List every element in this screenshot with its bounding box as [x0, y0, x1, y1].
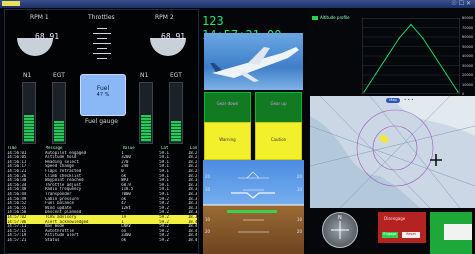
chart-tick-label: 60000 — [462, 35, 474, 39]
fuel-label: Fuel — [96, 85, 110, 92]
table-row[interactable]: 14:57:21 Status ok 59.2 18.4 — [7, 238, 197, 243]
altitude-chart — [361, 17, 461, 95]
throttle-scale[interactable] — [87, 24, 117, 63]
n1-left-gauge — [22, 82, 36, 144]
aircraft-image — [204, 33, 303, 90]
engage-button[interactable]: Engage — [382, 232, 398, 238]
fuel-indicator: Fuel 47 % — [80, 74, 126, 116]
map-scale: • • • — [404, 97, 414, 102]
chart-tick-label: 70000 — [462, 25, 474, 30]
chart-legend: Altitude profile — [320, 15, 350, 20]
sim-clock: 123 14:57:21.00 — [202, 14, 281, 42]
gauge-label-left-1: N1 — [23, 72, 32, 79]
rpm-left-label: RPM 1 — [30, 14, 49, 21]
chart-point — [398, 37, 401, 39]
egt-left-gauge — [52, 82, 66, 144]
status-tile-3[interactable]: Warning — [204, 122, 251, 160]
pitch-mark-right-4: 20 — [296, 229, 302, 234]
compass-dial: N — [322, 212, 358, 248]
chart-tick-label: 80000 — [462, 16, 474, 20]
gauge-label-right-2: EGT — [170, 72, 182, 79]
chart-point — [363, 91, 365, 93]
chart-point — [421, 37, 424, 39]
chart-tick-label: 50000 — [462, 44, 474, 49]
pitch-mark-left-2: 10 — [205, 187, 211, 192]
chart-point — [374, 73, 377, 75]
rpm-right-label: RPM 2 — [155, 14, 174, 21]
rpm-right-value: 68.91 — [161, 32, 186, 41]
reset-button[interactable]: Reset — [402, 232, 420, 238]
compass-north: N — [338, 215, 342, 221]
title-bar: ☉ ☐ ✕ — [0, 0, 475, 8]
pitch-mark-left-4: 20 — [205, 229, 211, 234]
flight-log-table[interactable]: Time Message Value Lat Lon 14:56:01 Autopilot… — [7, 146, 197, 253]
pitch-mark-right-3: 10 — [296, 217, 302, 222]
pitch-mark-right-1: 20 — [296, 174, 302, 179]
table-cell: 14:57:21 — [7, 237, 27, 242]
chart-tick-label: 20000 — [462, 73, 474, 77]
chart-point — [445, 73, 448, 75]
engine-panel: RPM 1 Throttles RPM 2 68.91 68.91 N1 EGT… — [4, 9, 199, 254]
chart-point — [457, 91, 459, 93]
table-cell: 59.2 — [159, 237, 169, 242]
status-tile-4[interactable]: Caution — [255, 122, 302, 160]
map-view[interactable]: Map • • • — [309, 95, 475, 209]
map-zoom-button[interactable]: Map — [386, 98, 400, 103]
green-status-panel — [430, 212, 472, 254]
disengage-panel[interactable]: Disengage Engage Reset — [378, 212, 426, 243]
fuel-value: 47 % — [96, 92, 110, 98]
chart-tick-label: 40000 — [462, 54, 474, 58]
rpm-left-value: 68.91 — [35, 32, 60, 41]
pitch-mark-left-3: 10 — [205, 217, 211, 222]
app-logo — [2, 1, 20, 6]
table-cell: Status — [45, 237, 60, 242]
chart-point — [410, 23, 412, 26]
legend-swatch — [312, 16, 318, 20]
table-cell: ok — [121, 237, 127, 242]
pitch-mark-left-1: 20 — [205, 174, 211, 179]
attitude-indicator: 20 10 10 20 20 10 10 20 — [203, 160, 304, 254]
table-cell: 18.4 — [187, 237, 197, 242]
chart-point — [433, 55, 436, 57]
fuel-caption: Fuel gauge — [85, 118, 118, 125]
chart-tick-label: 10000 — [462, 82, 474, 87]
window-controls[interactable]: ☉ ☐ ✕ — [451, 0, 471, 7]
chart-point — [386, 55, 389, 57]
chart-tick-label: 30000 — [462, 63, 474, 68]
disengage-label: Disengage — [384, 216, 406, 221]
egt-right-gauge — [169, 82, 183, 144]
throttles-label: Throttles — [88, 14, 115, 21]
status-white-block — [444, 224, 472, 240]
n1-right-gauge — [139, 82, 153, 144]
gauge-label-right-1: N1 — [140, 72, 149, 79]
pitch-mark-right-2: 10 — [296, 187, 302, 192]
gauge-label-left-2: EGT — [53, 72, 65, 79]
